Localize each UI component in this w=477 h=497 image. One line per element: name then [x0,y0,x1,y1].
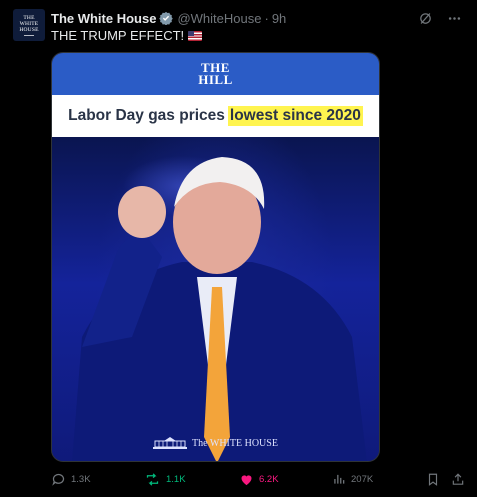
person-silhouette-illustration [72,157,367,461]
outlet-header: THE HILL [52,53,379,95]
post-actions-bar: 1.3K 1.1K 6.2K 207K [51,472,465,488]
reply-icon [52,473,65,486]
author-handle[interactable]: @WhiteHouse [177,11,261,26]
like-count: 6.2K [259,474,279,485]
post-text-content: THE TRUMP EFFECT! [51,28,185,43]
grok-icon[interactable] [418,11,433,26]
more-options-icon[interactable] [447,11,462,26]
white-house-building-icon [153,437,188,449]
post-timestamp[interactable]: 9h [272,11,286,26]
headline-text: Labor Day gas prices [68,107,225,124]
headline-highlight: lowest since 2020 [227,106,363,126]
media-footer-text: The WHITE HOUSE [192,437,278,449]
repost-count: 1.1K [166,474,186,485]
author-name[interactable]: The White House [51,11,156,26]
share-button[interactable] [451,472,465,487]
media-footer: The WHITE HOUSE [52,437,379,449]
header-separator: · [264,10,269,26]
post-header: The White House @WhiteHouse · 9h [51,9,462,27]
outlet-logo: THE HILL [198,61,233,87]
views-count: 207K [351,473,374,485]
share-icon [452,473,464,485]
like-button[interactable]: 6.2K [239,472,279,487]
verified-badge-icon [159,11,174,26]
bookmark-icon [428,473,438,486]
avatar-line-3: HOUSE [19,26,39,33]
outlet-logo-line-2: HILL [198,72,233,87]
headline-banner: Labor Day gas prices lowest since 2020 [52,95,379,137]
repost-button[interactable]: 1.1K [144,472,186,487]
repost-icon [146,473,159,486]
reply-button[interactable]: 1.3K [51,472,91,487]
post-media-image[interactable]: THE HILL Labor Day gas prices lowest sin… [51,52,380,462]
views-chart-icon [334,474,345,484]
bookmark-button[interactable] [426,472,440,487]
post-text: THE TRUMP EFFECT! [51,28,203,43]
photo-area: The WHITE HOUSE [52,137,379,461]
avatar-rule [24,34,34,36]
avatar[interactable]: THE WHITE HOUSE [13,9,45,41]
reply-count: 1.3K [71,474,91,485]
heart-icon [241,475,252,486]
views-button[interactable]: 207K [332,472,373,486]
us-flag-icon [188,30,203,41]
